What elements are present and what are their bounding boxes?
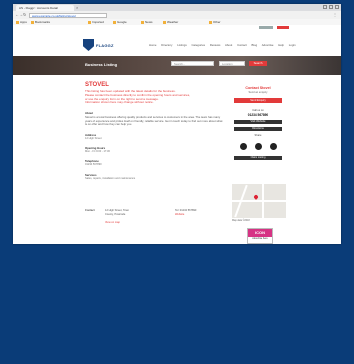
main-nav: Home Directory Listings Categories Revie… [149,43,300,47]
nav-item[interactable]: Categories [192,43,206,47]
map-road [262,184,264,218]
nav-item[interactable]: About [225,43,232,47]
nav-item[interactable]: Blog [252,43,258,47]
listing-title: STOVEL [85,82,109,88]
tab-bar: AS - Flaggz : Accounts Detail × [13,4,341,11]
browser-window: AS - Flaggz : Accounts Detail × ← → ↻ ww… [13,4,341,244]
reload-icon[interactable]: ↻ [23,13,26,17]
site-logo-text[interactable]: FLAGGZ [96,43,114,48]
directions-button[interactable]: Directions [234,127,282,131]
menu-icon[interactable]: ⋮ [333,12,337,17]
call-label: Call us on [252,109,264,112]
close-tab-icon[interactable]: × [76,5,78,10]
maximize-icon[interactable] [329,5,333,9]
phone-value: 01234 567890 [85,163,102,167]
advert-box[interactable]: ICON Advertise here [247,228,273,244]
map-pin-icon [253,194,259,200]
contact-address-line: 12 High Street, Town [105,209,130,212]
minimize-icon[interactable] [323,5,327,9]
close-window-icon[interactable] [335,5,339,9]
nav-item[interactable]: Login [289,43,296,47]
contact-phone: Tel: 01234 567890 [175,209,197,212]
address-row: ← → ↻ www.example.co.uk/listing/stovel ⋮ [13,11,341,19]
contact-sidebar: Contact Stovel Send an enquiry Send Enqu… [234,86,282,160]
sidebar-phone[interactable]: 01234 567890 [234,113,282,117]
listing-content: STOVEL This listing has been updated wit… [85,82,225,180]
nav-item[interactable]: Reviews [210,43,221,47]
notice-line: Information shown here may change withou… [85,100,154,105]
nav-item[interactable]: Listings [177,43,186,47]
nav-item[interactable]: Home [149,43,156,47]
top-cta-button[interactable] [277,26,289,29]
nav-item[interactable]: Advertise [262,43,274,47]
visit-website-button[interactable]: Visit Website [234,120,282,124]
hero-banner: Business Listing Search... Location Sear… [13,56,341,75]
logo-shield-icon[interactable] [83,39,94,51]
hero-title: Business Listing [85,62,118,67]
nav-item[interactable]: Contact [237,43,247,47]
location-map[interactable] [232,184,286,218]
sidebar-title: Contact Stovel [245,86,271,90]
view-map-link[interactable]: View on map [105,221,120,224]
send-enquiry-button[interactable]: Send Enquiry [234,98,282,103]
top-login-link[interactable] [259,26,273,29]
share-label: Share [254,134,262,137]
email-icon[interactable] [269,143,277,150]
about-text: Stovel is a local business offering qual… [85,115,223,127]
hero-search-input[interactable]: Search... [171,61,214,66]
hours-value: Mon - Fri 9:00 - 17:30 [85,149,110,153]
website-link[interactable]: Website [175,213,184,216]
hero-search-button[interactable]: Search [249,61,267,66]
share-icons [234,143,282,150]
services-value: Sales, repairs, installation and mainten… [85,176,136,180]
advert-text: Advertise here [252,237,268,240]
contact-label: Contact [85,209,95,212]
nav-item[interactable]: Directory [161,43,172,47]
advert-title: ICON [248,229,272,237]
site-header: FLAGGZ Home Directory Listings Categorie… [13,30,341,56]
address-bar[interactable]: www.example.co.uk/listing/stovel [29,12,107,18]
sidebar-subtitle: Send an enquiry [248,91,268,94]
map-caption: Map data ©2018 [232,219,250,222]
nav-item[interactable]: Help [278,43,284,47]
address-value: 12 High Street [85,136,102,140]
hero-location-input[interactable]: Location [219,61,245,66]
facebook-icon[interactable] [239,143,247,150]
twitter-icon[interactable] [254,143,262,150]
contact-address-line: County, Postcode [105,213,126,216]
claim-listing-button[interactable]: Claim Listing [234,156,282,160]
